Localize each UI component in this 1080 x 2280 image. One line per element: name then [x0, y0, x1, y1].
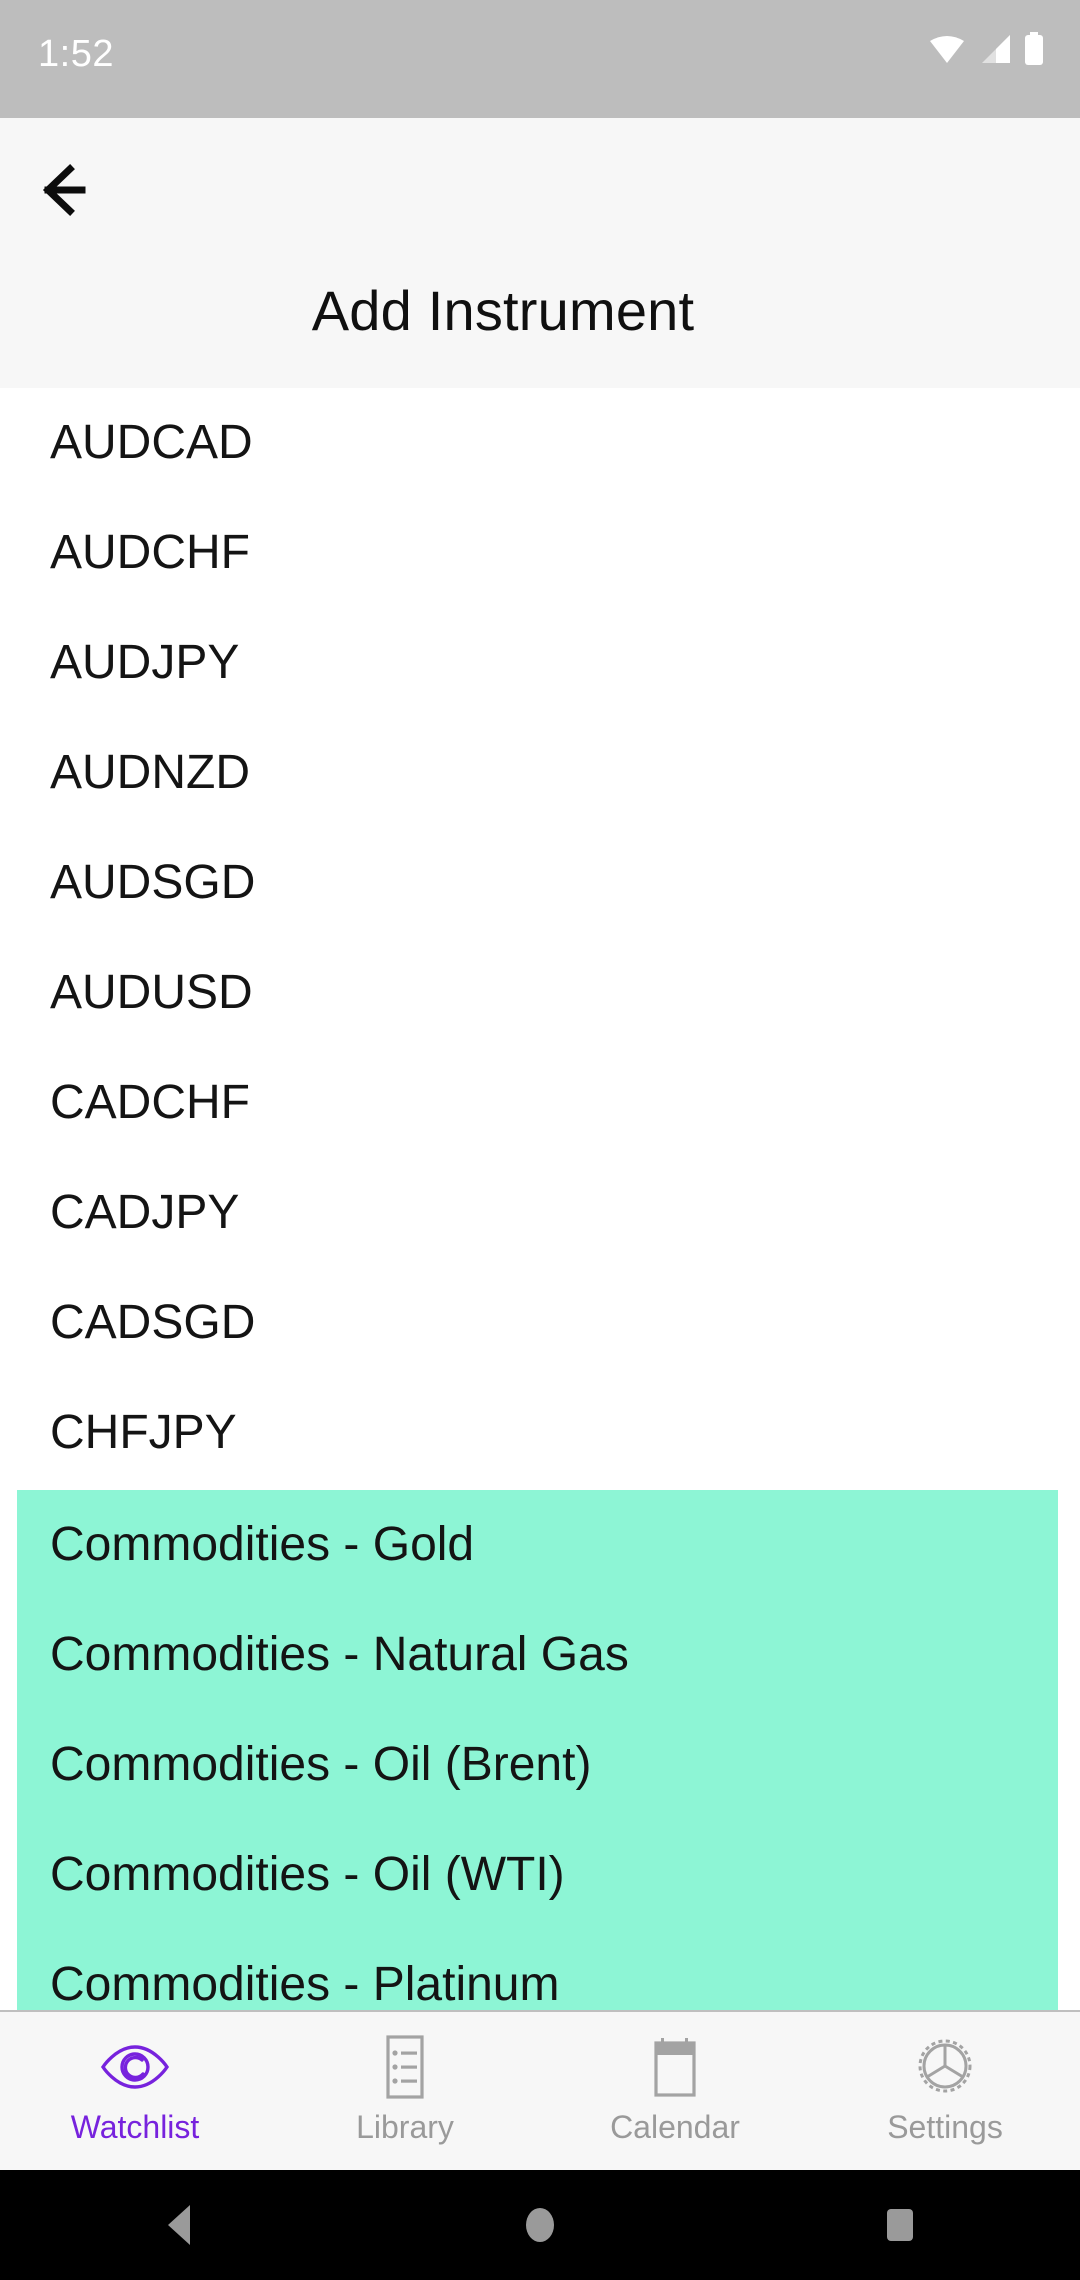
- list-item[interactable]: AUDCHF: [0, 498, 1080, 608]
- list-item-label: Commodities - Oil (Brent): [50, 1738, 592, 1791]
- battery-icon: [1024, 32, 1044, 66]
- nav-item-label: Library: [356, 2109, 454, 2145]
- status-icon-group: [928, 32, 1044, 66]
- nav-item-label: Calendar: [610, 2109, 740, 2145]
- list-item-label: CADCHF: [50, 1076, 250, 1129]
- list-item-label: AUDCAD: [50, 416, 253, 469]
- instrument-list[interactable]: AUDCAD AUDCHF AUDJPY AUDNZD AUDSGD AUDUS…: [0, 388, 1080, 2010]
- list-item-label: Commodities - Natural Gas: [50, 1628, 629, 1681]
- list-item[interactable]: AUDSGD: [0, 828, 1080, 938]
- nav-item-watchlist[interactable]: Watchlist: [0, 2012, 270, 2146]
- list-item-label: CHFJPY: [50, 1406, 237, 1459]
- list-item[interactable]: AUDCAD: [0, 388, 1080, 498]
- list-item-label: CADJPY: [50, 1186, 240, 1239]
- home-circle-icon[interactable]: [480, 2201, 600, 2249]
- list-item-selected[interactable]: Commodities - Gold: [17, 1490, 1058, 1600]
- system-navigation-bar: [0, 2170, 1080, 2280]
- list-item[interactable]: AUDJPY: [0, 608, 1080, 718]
- list-item[interactable]: CADCHF: [0, 1048, 1080, 1158]
- nav-item-label: Settings: [887, 2109, 1003, 2145]
- list-item-selected[interactable]: Commodities - Natural Gas: [17, 1600, 1058, 1710]
- list-item-label: AUDJPY: [50, 636, 240, 689]
- back-triangle-icon[interactable]: [120, 2201, 240, 2249]
- status-clock: 1:52: [38, 33, 114, 75]
- list-item-selected[interactable]: Commodities - Platinum: [17, 1930, 1058, 2010]
- nav-item-settings[interactable]: Settings: [810, 2012, 1080, 2146]
- list-item-label: AUDNZD: [50, 746, 250, 799]
- nav-item-library[interactable]: Library: [270, 2012, 540, 2146]
- list-item[interactable]: CHFJPY: [0, 1378, 1080, 1488]
- list-item[interactable]: CADSGD: [0, 1268, 1080, 1378]
- wifi-icon: [928, 34, 966, 64]
- list-item-label: AUDUSD: [50, 966, 253, 1019]
- list-item-label: AUDCHF: [50, 526, 250, 579]
- list-item-label: CADSGD: [50, 1296, 256, 1349]
- list-item-label: Commodities - Platinum: [50, 1958, 560, 2010]
- eye-icon: [98, 2030, 172, 2104]
- app-bar: Add Instrument: [0, 118, 1080, 388]
- list-item-selected[interactable]: Commodities - Oil (WTI): [17, 1820, 1058, 1930]
- phone-screen: 1:52 Add Instrument AUDCAD AUDCHF AUDJPY…: [0, 0, 1080, 2280]
- list-item[interactable]: CADJPY: [0, 1158, 1080, 1268]
- status-bar: 1:52: [0, 0, 1080, 118]
- list-item-label: Commodities - Gold: [50, 1518, 475, 1571]
- nav-item-label: Watchlist: [70, 2109, 200, 2145]
- selected-instruments-group[interactable]: Commodities - Gold Commodities - Natural…: [17, 1490, 1058, 2010]
- back-button[interactable]: [24, 144, 120, 240]
- bottom-navigation-bar: Watchlist Library Calendar Settings: [0, 2010, 1080, 2170]
- list-icon: [368, 2030, 442, 2104]
- gear-icon: [908, 2030, 982, 2104]
- list-item-label: Commodities - Oil (WTI): [50, 1848, 565, 1901]
- cellular-signal-icon: [978, 34, 1012, 64]
- nav-item-calendar[interactable]: Calendar: [540, 2012, 810, 2146]
- recents-square-icon[interactable]: [840, 2201, 960, 2249]
- arrow-left-icon: [40, 163, 104, 222]
- list-item[interactable]: AUDUSD: [0, 938, 1080, 1048]
- list-item[interactable]: AUDNZD: [0, 718, 1080, 828]
- list-item-selected[interactable]: Commodities - Oil (Brent): [17, 1710, 1058, 1820]
- calendar-icon: [638, 2030, 712, 2104]
- page-title: Add Instrument: [311, 279, 695, 342]
- list-item-label: AUDSGD: [50, 856, 256, 909]
